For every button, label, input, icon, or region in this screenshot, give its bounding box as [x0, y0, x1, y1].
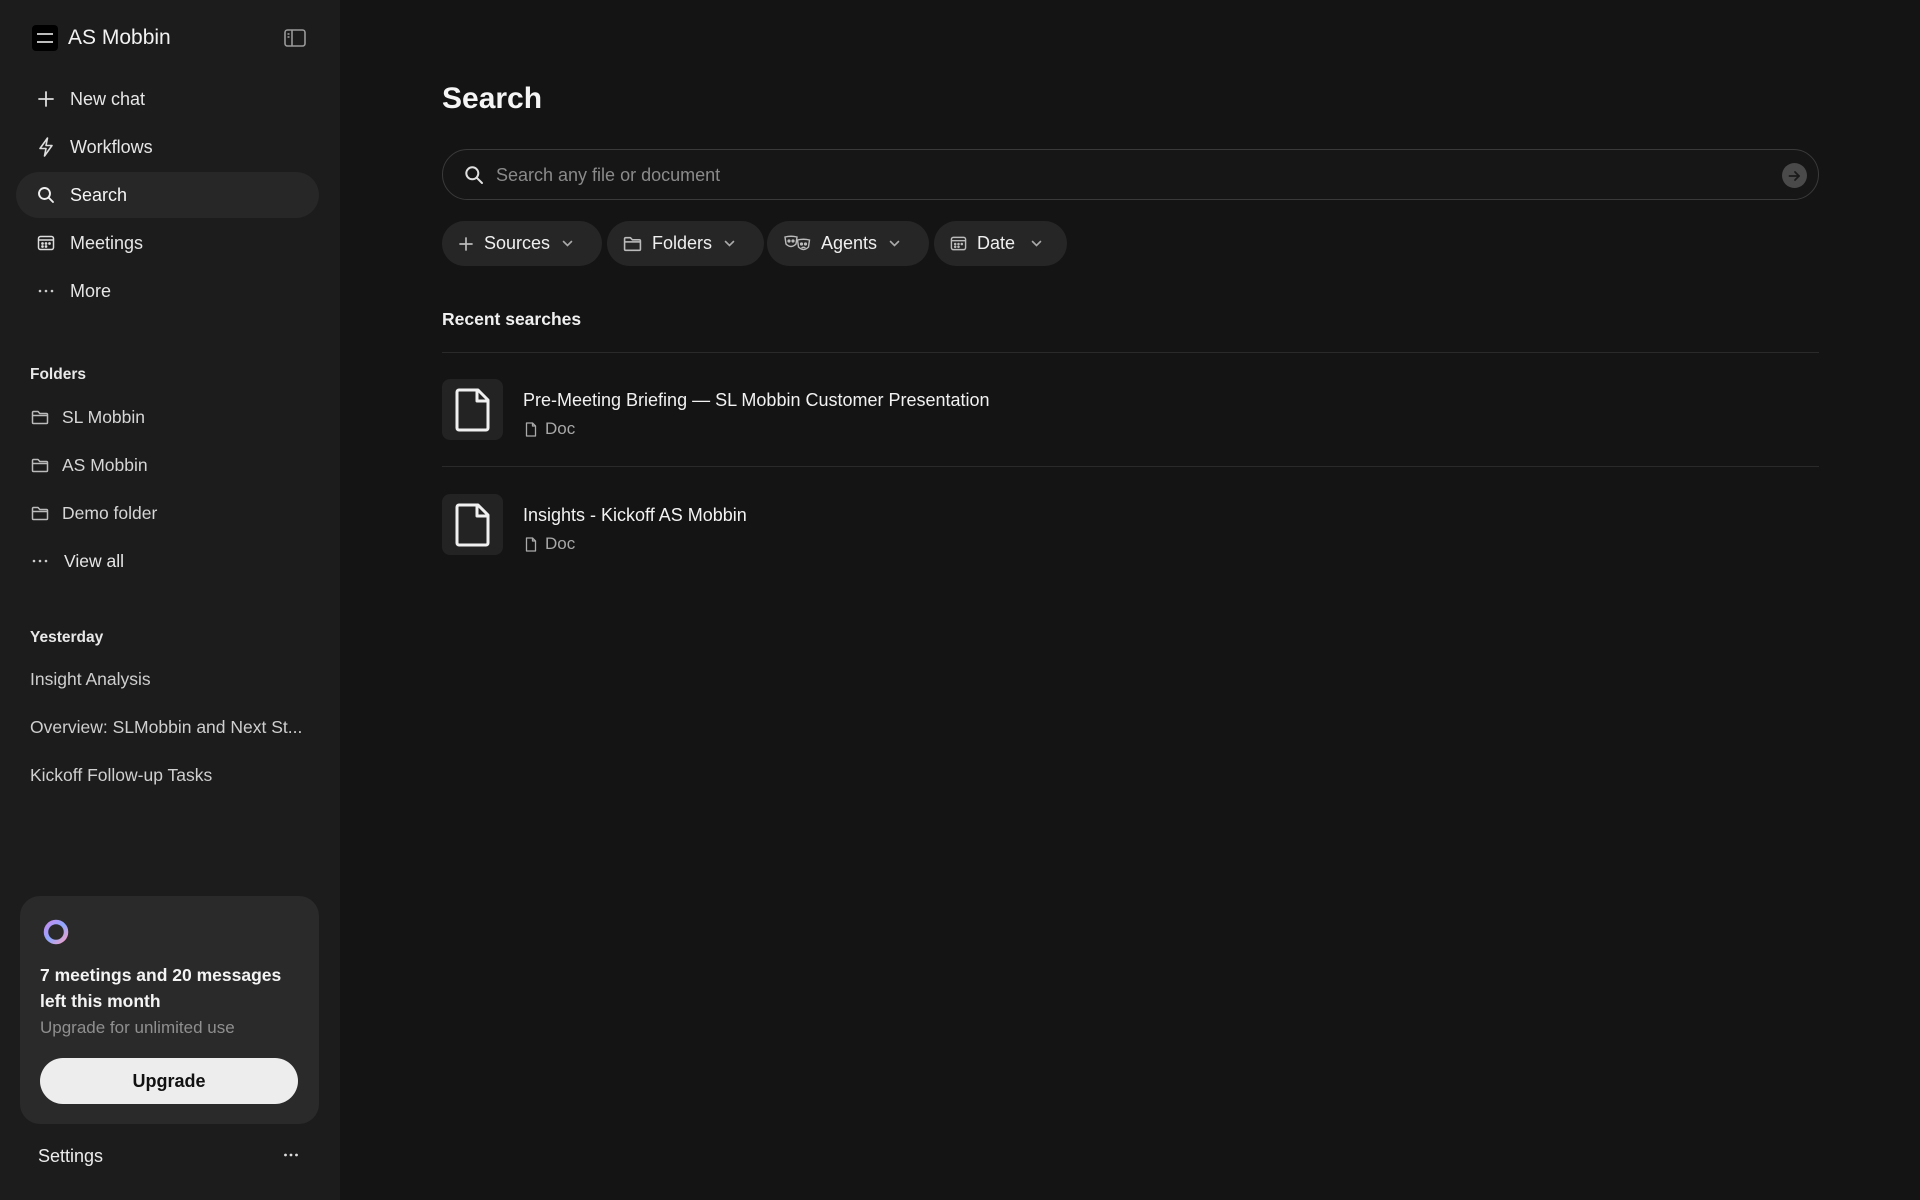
- folder-item-as-mobbin[interactable]: AS Mobbin: [30, 450, 148, 480]
- nav-label: More: [70, 280, 112, 301]
- page-title: Search: [442, 82, 543, 115]
- workspace-switcher[interactable]: AS Mobbin: [32, 24, 171, 52]
- result-title: Insights - Kickoff AS Mobbin: [523, 505, 747, 525]
- usage-ring-icon: [43, 919, 69, 945]
- filter-label: Sources: [484, 233, 551, 253]
- nav-label: Workflows: [70, 136, 153, 157]
- nav-workflows[interactable]: Workflows: [16, 124, 319, 170]
- folders-heading: Folders: [30, 366, 86, 383]
- plus-icon: [36, 89, 56, 109]
- result-type-label: Doc: [545, 534, 576, 553]
- search-box: [442, 149, 1819, 201]
- usage-card: 7 meetings and 20 messages left this mon…: [20, 896, 319, 1124]
- filter-date[interactable]: Date: [934, 221, 1068, 266]
- nav-meetings[interactable]: Meetings: [16, 220, 319, 266]
- main-content: Search Sources Folders Agents Date Recen…: [340, 0, 1920, 1200]
- document-icon: [442, 494, 503, 555]
- doc-icon: [523, 536, 539, 552]
- sidebar: AS Mobbin New chat Workflows Search Meet…: [0, 0, 340, 1200]
- nav-label: Meetings: [70, 232, 144, 253]
- nav-new-chat[interactable]: New chat: [16, 76, 319, 122]
- result-title: Pre-Meeting Briefing — SL Mobbin Custome…: [523, 390, 990, 410]
- search-result[interactable]: Pre-Meeting Briefing — SL Mobbin Custome…: [442, 379, 1819, 459]
- search-input[interactable]: [494, 150, 1738, 201]
- filter-sources[interactable]: Sources: [442, 221, 603, 266]
- masks-icon: [783, 235, 811, 253]
- chevron-down-icon: [887, 237, 901, 251]
- result-type: Doc: [523, 419, 575, 439]
- arrow-right-icon: [1788, 170, 1801, 182]
- chat-history-item[interactable]: Insight Analysis: [30, 669, 310, 690]
- settings-link[interactable]: Settings: [38, 1146, 103, 1167]
- folder-icon: [30, 455, 50, 475]
- folder-label: SL Mobbin: [62, 406, 146, 427]
- history-heading: Yesterday: [30, 629, 104, 646]
- filter-label: Folders: [652, 233, 713, 253]
- calendar-icon: [36, 233, 56, 253]
- document-icon: [442, 379, 503, 440]
- doc-icon: [523, 421, 539, 437]
- folder-item-sl-mobbin[interactable]: SL Mobbin: [30, 402, 145, 432]
- sidebar-toggle-icon[interactable]: [283, 27, 307, 49]
- usage-subtitle: Upgrade for unlimited use: [40, 1018, 235, 1037]
- filter-label: Date: [977, 233, 1016, 253]
- settings-more-icon[interactable]: [280, 1144, 302, 1166]
- view-all-label: View all: [64, 550, 124, 571]
- nav-label: New chat: [70, 88, 146, 109]
- usage-title: 7 meetings and 20 messages left this mon…: [40, 965, 282, 1011]
- nav-label: Search: [70, 184, 128, 205]
- folders-view-all[interactable]: View all: [30, 546, 124, 576]
- lightning-icon: [36, 137, 56, 157]
- divider: [442, 466, 1819, 467]
- more-dots-icon: [30, 551, 50, 571]
- search-submit-button[interactable]: [1782, 163, 1807, 188]
- result-type-label: Doc: [545, 419, 576, 438]
- folder-icon: [30, 407, 50, 427]
- folder-item-demo-folder[interactable]: Demo folder: [30, 498, 157, 528]
- search-icon: [36, 185, 56, 205]
- search-result[interactable]: Insights - Kickoff AS Mobbin Doc: [442, 494, 1819, 574]
- search-icon: [463, 164, 485, 186]
- more-dots-icon: [36, 281, 56, 301]
- chat-history-item[interactable]: Overview: SLMobbin and Next St...: [30, 717, 310, 738]
- result-type: Doc: [523, 534, 575, 554]
- workspace-logo: [32, 25, 58, 51]
- folder-label: AS Mobbin: [62, 454, 148, 475]
- chevron-down-icon: [560, 237, 574, 251]
- nav-search[interactable]: Search: [16, 172, 319, 218]
- folder-icon: [623, 236, 642, 252]
- nav-more[interactable]: More: [16, 268, 319, 314]
- filter-folders[interactable]: Folders: [607, 221, 765, 266]
- filter-agents[interactable]: Agents: [767, 221, 930, 266]
- divider: [442, 352, 1819, 353]
- folder-icon: [30, 503, 50, 523]
- recent-searches-heading: Recent searches: [442, 309, 582, 329]
- chat-history-item[interactable]: Kickoff Follow-up Tasks: [30, 765, 310, 786]
- workspace-name: AS Mobbin: [68, 26, 171, 49]
- plus-icon: [458, 236, 474, 252]
- folder-label: Demo folder: [62, 502, 158, 523]
- chevron-down-icon: [722, 237, 736, 251]
- upgrade-button[interactable]: Upgrade: [40, 1058, 298, 1104]
- filter-label: Agents: [821, 233, 878, 253]
- chevron-down-icon: [1029, 237, 1043, 251]
- calendar-icon: [950, 235, 967, 252]
